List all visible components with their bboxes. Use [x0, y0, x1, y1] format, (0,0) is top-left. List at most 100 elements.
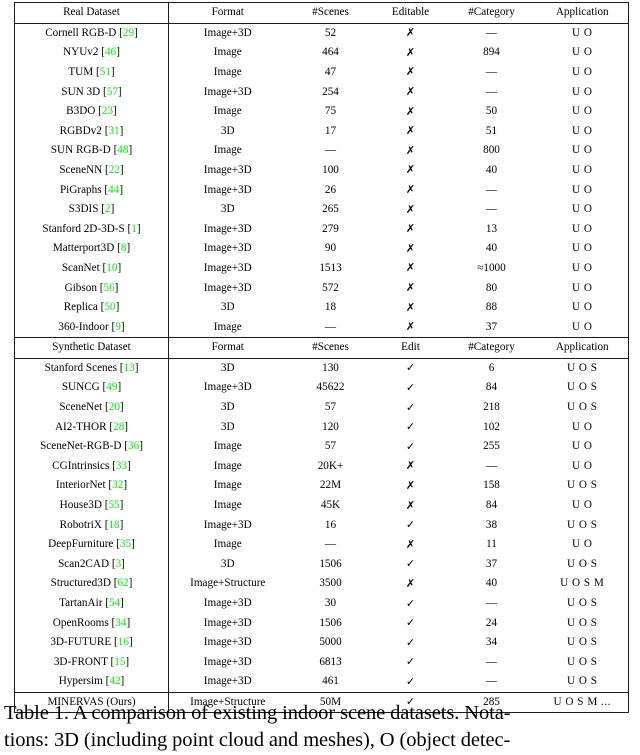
citation-number[interactable]: 20 — [109, 401, 120, 413]
citation-number[interactable]: 18 — [108, 519, 119, 531]
citation-bracket-close: ] — [117, 381, 122, 394]
table-row: TartanAir [54] Image+3D 30 ✓ — U O S — [14, 593, 629, 614]
format-cell: 3D — [220, 124, 235, 137]
dataset-name: House3D — [59, 499, 102, 512]
citation-number[interactable]: 42 — [109, 675, 120, 687]
application-cell: U O — [572, 222, 593, 235]
citation-number[interactable]: 22 — [109, 164, 120, 176]
citation-number[interactable]: 28 — [113, 421, 124, 433]
dataset-name: Hypersim — [58, 675, 103, 688]
citation-number[interactable]: 62 — [117, 577, 128, 589]
scenes-cell: 17 — [324, 124, 337, 137]
citation-number[interactable]: 29 — [123, 27, 134, 39]
scenes-cell: 6813 — [319, 655, 342, 668]
format-cell: Image — [213, 105, 242, 118]
citation-number[interactable]: 48 — [117, 144, 128, 156]
edit-cell-glyph: ✗ — [405, 241, 416, 255]
citation-number[interactable]: 54 — [109, 597, 120, 609]
edit-cell: ✓ — [375, 398, 447, 418]
citation-bracket-close: ] — [134, 361, 139, 374]
dataset-name-cell: House3D [55] — [14, 495, 169, 516]
dataset-name-cell: NYUv2 [46] — [14, 43, 169, 63]
application-cell: U O — [572, 459, 593, 472]
citation-number[interactable]: 46 — [105, 46, 116, 58]
citation-number[interactable]: 15 — [114, 656, 125, 668]
citation-number[interactable]: 36 — [128, 440, 139, 452]
category-cell: 51 — [485, 124, 498, 137]
edit-cell-glyph: ✗ — [405, 281, 416, 294]
column-header-format: Format — [168, 2, 287, 24]
citation-number[interactable]: 56 — [103, 282, 114, 294]
category-cell: 88 — [485, 301, 498, 314]
edit-cell: ✗ — [375, 535, 447, 555]
dataset-name: S3DIS — [68, 203, 99, 216]
column-header-dataset: Synthetic Dataset — [14, 337, 169, 359]
citation-number[interactable]: 16 — [118, 636, 129, 648]
table-caption: Table 1. A comparison of existing indoor… — [4, 700, 636, 753]
application-cell: U O — [572, 538, 593, 551]
scenes-cell: 47 — [324, 65, 337, 78]
category-cell: 800 — [483, 144, 500, 157]
edit-cell-glyph: ✓ — [405, 655, 416, 669]
scenes-cell: 572 — [322, 281, 339, 294]
category-cell: 40 — [485, 577, 498, 590]
edit-cell-glyph: ✗ — [405, 576, 416, 590]
scenes-cell: 26 — [324, 183, 337, 196]
citation-number[interactable]: 33 — [116, 460, 127, 472]
column-header-edit: Edit — [374, 337, 447, 359]
edit-cell-glyph: ✓ — [405, 420, 416, 434]
citation-number[interactable]: 44 — [108, 184, 119, 196]
citation-number[interactable]: 57 — [107, 86, 118, 98]
edit-cell-glyph: ✗ — [405, 163, 416, 177]
column-header-dataset: Real Dataset — [14, 2, 169, 24]
edit-cell: ✓ — [375, 653, 447, 673]
column-header-edit: Editable — [374, 2, 447, 24]
citation-number[interactable]: 55 — [108, 499, 119, 511]
citation-bracket-close: ] — [128, 144, 133, 157]
table-row: B3DO [23] Image 75 ✗ 50 U O — [14, 101, 629, 122]
scenes-cell: 461 — [322, 675, 339, 688]
citation-bracket-close: ] — [124, 420, 129, 433]
table-header-row-synthetic: Synthetic Dataset Format #Scenes Edit #Categ… — [14, 337, 629, 359]
format-cell: Image+3D — [203, 261, 252, 274]
table-row: 360-Indoor [9] Image — ✗ 37 U O — [14, 317, 629, 338]
citation-number[interactable]: 51 — [100, 66, 111, 78]
citation-number[interactable]: 35 — [120, 538, 131, 550]
scenes-cell: 1506 — [319, 557, 342, 570]
citation-number[interactable]: 50 — [104, 301, 115, 313]
category-cell: 11 — [486, 538, 497, 551]
citation-number[interactable]: 49 — [106, 381, 117, 393]
dataset-name: SceneNN — [59, 163, 103, 176]
table-row: SceneNet [20] 3D 57 ✓ 218 U O S — [14, 397, 629, 418]
citation-bracket-close: ] — [116, 46, 120, 59]
citation-number[interactable]: 32 — [112, 479, 123, 491]
edit-cell-glyph: ✗ — [405, 65, 416, 79]
scenes-cell: 100 — [322, 163, 339, 176]
table-row: AI2-THOR [28] 3D 120 ✓ 102 U O — [14, 417, 629, 438]
application-cell: U O S — [567, 518, 598, 531]
application-cell: U O S — [567, 361, 598, 374]
format-cell: Image+3D — [203, 85, 252, 98]
edit-cell: ✓ — [375, 358, 447, 378]
table-row: NYUv2 [46] Image 464 ✗ 894 U O — [14, 43, 629, 63]
table-body: Real Dataset Format #Scenes Editable #Catego… — [14, 2, 629, 713]
edit-cell-glyph: ✗ — [405, 104, 416, 118]
citation-number[interactable]: 23 — [102, 105, 113, 117]
scenes-cell: 1513 — [319, 261, 342, 274]
citation-number[interactable]: 13 — [124, 362, 135, 374]
citation-number[interactable]: 10 — [106, 262, 117, 274]
citation-number[interactable]: 31 — [108, 125, 119, 137]
scenes-cell: 279 — [322, 222, 339, 235]
citation-bracket-close: ] — [119, 163, 124, 176]
edit-cell-glyph: ✗ — [405, 124, 416, 138]
format-cell: 3D — [220, 401, 235, 414]
caption-line: Table 1. A comparison of existing indoor… — [4, 702, 511, 724]
scenes-cell: 254 — [322, 85, 339, 98]
citation-bracket-close: ] — [113, 105, 117, 118]
citation-number[interactable]: 34 — [115, 617, 126, 629]
column-header-format: Format — [168, 337, 287, 359]
dataset-name: Gibson — [64, 281, 97, 294]
dataset-name-cell: RobotriX [18] — [14, 515, 169, 536]
citation-bracket-close: ] — [134, 26, 138, 39]
citation-bracket-close: ] — [136, 222, 141, 235]
